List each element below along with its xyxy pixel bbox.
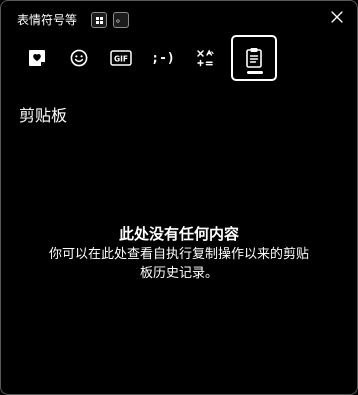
empty-state-title: 此处没有任何内容 [118, 225, 239, 243]
smiley-icon [70, 49, 88, 67]
kaomoji-icon: ;-) [151, 50, 175, 66]
tab-heart[interactable] [17, 37, 57, 79]
empty-state-description: 你可以在此处查看自执行复制操作以来的剪贴板历史记录。 [48, 247, 309, 281]
tab-symbols[interactable] [185, 37, 225, 79]
close-button[interactable] [327, 7, 347, 27]
period-key-badge: 。 [113, 12, 129, 28]
tab-emoji[interactable] [59, 37, 99, 79]
clipboard-icon [246, 48, 262, 68]
tab-kaomoji[interactable]: ;-) [143, 37, 183, 79]
panel-header: 表情符号等 。 [1, 1, 357, 37]
section-title: 剪贴板 [19, 106, 68, 125]
tab-clipboard[interactable] [231, 35, 277, 81]
close-icon [331, 11, 343, 23]
category-tabs: GIF ;-) [17, 35, 277, 81]
panel-title: 表情符号等 [17, 13, 78, 27]
svg-text:GIF: GIF [114, 55, 128, 64]
gif-icon: GIF [110, 50, 132, 66]
selected-tab-indicator [247, 71, 263, 74]
windows-key-icon [91, 12, 107, 28]
symbols-icon [197, 49, 214, 67]
emoji-panel: 表情符号等 。 GIF ;-) 剪贴板 此处没有任何内容 你可以在此处查看自执行… [0, 0, 358, 395]
empty-state: 此处没有任何内容 你可以在此处查看自执行复制操作以来的剪贴板历史记录。 [1, 223, 357, 283]
tab-gif[interactable]: GIF [101, 37, 141, 79]
heart-icon [29, 50, 45, 66]
